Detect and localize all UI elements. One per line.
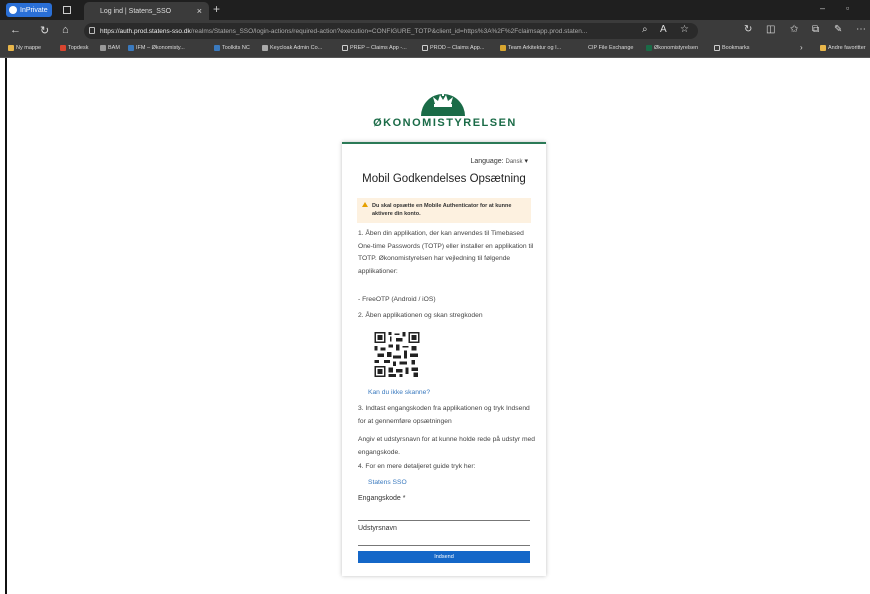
- submit-button[interactable]: Indsend: [358, 551, 530, 563]
- step-1-app: - FreeOTP (Android / iOS): [358, 296, 436, 303]
- bookmark-team-arkitektur[interactable]: Team Arkitektur og I...: [500, 45, 561, 51]
- bookmarks-bar: Ny mappe Topdesk BAM IFM – Økonomisty...…: [0, 42, 870, 58]
- zoom-icon[interactable]: ⌕: [642, 24, 648, 35]
- language-label: Language:: [470, 158, 504, 165]
- collections-icon[interactable]: ⧉: [812, 24, 819, 35]
- login-card: Language: Dansk ▾ Mobil Godkendelses Ops…: [342, 142, 546, 576]
- page-icon: [422, 45, 428, 51]
- crown-icon: [646, 45, 652, 51]
- folder-icon: [8, 45, 14, 51]
- code-input[interactable]: [358, 510, 530, 521]
- browser-tab-bar: InPrivate Log ind | Statens_SSO × + – ▫: [0, 0, 870, 20]
- profile-icon: [9, 6, 17, 14]
- warning-icon: [362, 202, 368, 207]
- device-name-input[interactable]: [358, 535, 530, 546]
- bookmark-prod-claims[interactable]: PROD – Claims App...: [422, 45, 484, 51]
- qr-code: [374, 332, 420, 377]
- minimize-icon[interactable]: –: [820, 3, 825, 13]
- tab-actions-icon[interactable]: [63, 6, 71, 14]
- crown-logo-icon: [421, 91, 465, 116]
- extensions-icon[interactable]: ✎: [834, 24, 842, 35]
- back-icon[interactable]: ←: [10, 24, 21, 36]
- keycloak-icon: [262, 45, 268, 51]
- url-path: /realms/Statens_SSO/login-actions/requir…: [190, 27, 588, 35]
- lock-icon: [89, 27, 95, 34]
- language-selector[interactable]: Language: Dansk ▾: [470, 157, 528, 165]
- read-aloud-icon[interactable]: A: [660, 24, 667, 35]
- step-1-text: 1. Åben din applikation, der kan anvende…: [358, 230, 534, 275]
- bookmark-ifm[interactable]: IFM – Økonomisty...: [128, 45, 185, 51]
- new-tab-icon[interactable]: +: [213, 2, 220, 16]
- refresh-page-icon[interactable]: ↻: [744, 24, 752, 35]
- url-host: https://auth.prod.statens-sso.dk: [100, 27, 191, 35]
- bookmark-cip[interactable]: CIP File Exchange: [580, 45, 633, 51]
- inprivate-badge[interactable]: InPrivate: [6, 3, 52, 17]
- bookmark-prep-claims[interactable]: PREP – Claims App -...: [342, 45, 407, 51]
- bookmark-bam[interactable]: BAM: [100, 45, 120, 51]
- page-icon: [342, 45, 348, 51]
- refresh-icon[interactable]: ↻: [40, 24, 49, 37]
- ifm-icon: [128, 45, 134, 51]
- home-icon[interactable]: ⌂: [62, 24, 69, 36]
- bookmark-keycloak[interactable]: Keycloak Admin Co...: [262, 45, 322, 51]
- browser-tab-active[interactable]: Log ind | Statens_SSO ×: [84, 2, 209, 20]
- more-icon[interactable]: ⋯: [856, 24, 866, 35]
- step-2-text: 2. Åben applikationen og skan stregkoden: [358, 312, 483, 319]
- bookmark-ny-mappe[interactable]: Ny mappe: [8, 45, 41, 51]
- bam-icon: [100, 45, 106, 51]
- bookmark-other-favorites[interactable]: Andre favoritter: [820, 45, 866, 51]
- bookmark-topdesk[interactable]: Topdesk: [60, 45, 89, 51]
- split-screen-icon[interactable]: ◫: [766, 24, 775, 35]
- close-tab-icon[interactable]: ×: [197, 6, 202, 16]
- alert-text: Du skal opsætte en Mobile Authenticator …: [372, 203, 512, 217]
- chevron-down-icon: ▾: [524, 158, 528, 165]
- step-3-note: Angiv et udstyrsnavn for at kunne holde …: [358, 436, 535, 456]
- tab-title: Log ind | Statens_SSO: [100, 7, 172, 15]
- toolkits-icon: [214, 45, 220, 51]
- step-4-text: 4. For en mere detaljeret guide tryk her…: [358, 463, 476, 470]
- address-bar[interactable]: https://auth.prod.statens-sso.dk/realms/…: [84, 23, 698, 39]
- language-value: Dansk: [505, 159, 523, 165]
- maximize-icon[interactable]: ▫: [846, 3, 849, 13]
- guide-link[interactable]: Statens SSO: [368, 479, 407, 486]
- step-3-text: 3. Indtast engangskoden fra applikatione…: [358, 405, 530, 425]
- warning-alert: Du skal opsætte en Mobile Authenticator …: [357, 198, 531, 223]
- topdesk-icon: [60, 45, 66, 51]
- team-icon: [500, 45, 506, 51]
- bookmarks-overflow-icon[interactable]: ›: [800, 43, 803, 52]
- page-title: Mobil Godkendelses Opsætning: [362, 173, 526, 185]
- code-label: Engangskode *: [358, 495, 406, 502]
- bookmark-oekonomistyrelsen[interactable]: Økonomistyrelsen: [646, 45, 698, 51]
- page-icon: [714, 45, 720, 51]
- favorites-icon[interactable]: ✩: [790, 24, 798, 35]
- folder-icon: [820, 45, 826, 51]
- bookmark-toolkits[interactable]: Toolkits NC: [214, 45, 250, 51]
- device-label: Udstyrsnavn: [358, 525, 397, 532]
- favorite-star-icon[interactable]: ☆: [680, 24, 689, 35]
- logo-wordmark: ØKONOMISTYRELSEN: [373, 117, 517, 129]
- bookmark-bookmarks[interactable]: Bookmarks: [714, 45, 750, 51]
- address-toolbar: ← ↻ ⌂ https://auth.prod.statens-sso.dk/r…: [0, 20, 870, 42]
- cip-icon: [580, 45, 586, 51]
- cant-scan-link[interactable]: Kan du ikke skanne?: [368, 389, 430, 396]
